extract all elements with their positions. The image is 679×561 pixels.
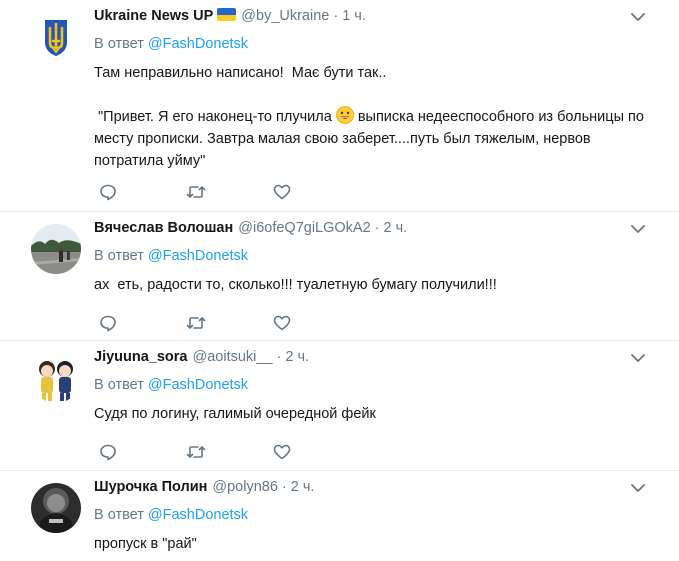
reply-prefix: В ответ	[94, 377, 144, 393]
heart-icon[interactable]	[272, 182, 294, 202]
separator-dot: ·	[276, 349, 282, 365]
grinning-face-emoji	[335, 106, 354, 124]
reply-context: В ответ @FashDonetsk	[94, 375, 659, 395]
reply-mention-link[interactable]: @FashDonetsk	[148, 36, 248, 52]
heart-icon[interactable]	[272, 313, 294, 333]
reply-icon[interactable]	[98, 442, 120, 462]
reply-context: В ответ @FashDonetsk	[94, 246, 659, 266]
tweet-item[interactable]: Шурочка Полин @polyn86 · 2 ч. В ответ @Fash…	[0, 471, 679, 561]
tweet-content: Вячеслав Волошан @i6ofeQ7giLGOkA2 · 2 ч. В …	[94, 218, 659, 296]
avatar[interactable]	[31, 353, 81, 403]
reply-context: В ответ @FashDonetsk	[94, 34, 659, 54]
hooded-person-avatar	[31, 483, 81, 533]
reply-context: В ответ @FashDonetsk	[94, 505, 659, 525]
retweet-icon[interactable]	[185, 182, 207, 202]
reply-mention-link[interactable]: @FashDonetsk	[148, 248, 248, 264]
tweet-time[interactable]: 2 ч.	[384, 220, 408, 236]
avatar[interactable]	[31, 12, 81, 62]
tweet-time[interactable]: 2 ч.	[291, 479, 315, 495]
avatar[interactable]	[31, 483, 81, 533]
reply-mention-link[interactable]: @FashDonetsk	[148, 507, 248, 523]
tweet-header: Вячеслав Волошан @i6ofeQ7giLGOkA2 · 2 ч.	[94, 218, 659, 238]
chevron-down-icon[interactable]	[629, 351, 647, 365]
author-name[interactable]: Jiyuuna_sora	[94, 349, 188, 365]
retweet-icon[interactable]	[185, 313, 207, 333]
author-name[interactable]: Вячеслав Волошан	[94, 220, 233, 236]
author-handle[interactable]: @aoitsuki__	[193, 349, 273, 365]
tweet-content: Jiyuuna_sora @aoitsuki__ · 2 ч. В ответ @Fa…	[94, 347, 659, 425]
tweet-text: пропуск в "рай"	[94, 536, 197, 552]
tweet-time[interactable]: 2 ч.	[285, 349, 309, 365]
author-name[interactable]: Ukraine News UP	[94, 8, 213, 24]
chevron-down-icon[interactable]	[629, 222, 647, 236]
reply-prefix: В ответ	[94, 248, 144, 264]
tweet-actions	[96, 182, 306, 202]
reply-feed: Ukraine News UP @by_Ukraine · 1 ч. В ответ …	[0, 0, 679, 561]
tweet-item[interactable]: Ukraine News UP @by_Ukraine · 1 ч. В ответ …	[0, 0, 679, 212]
tweet-text: Там неправильно написано! Має бути так..…	[94, 62, 659, 172]
tweet-item[interactable]: Вячеслав Волошан @i6ofeQ7giLGOkA2 · 2 ч. В …	[0, 212, 679, 341]
avatar[interactable]	[31, 224, 81, 274]
tweet-text: Судя по логину, галимый очередной фейк	[94, 406, 376, 422]
tweet-header: Ukraine News UP @by_Ukraine · 1 ч.	[94, 6, 659, 26]
retweet-icon[interactable]	[185, 442, 207, 462]
tweet-content: Ukraine News UP @by_Ukraine · 1 ч. В ответ …	[94, 6, 659, 172]
tweet-text-quote-part1: "Привет. Я его наконец-то плучила	[94, 109, 336, 125]
street-photo-avatar	[31, 224, 81, 274]
ukraine-flag-icon	[217, 8, 237, 21]
tweet-header: Jiyuuna_sora @aoitsuki__ · 2 ч.	[94, 347, 659, 367]
reply-prefix: В ответ	[94, 36, 144, 52]
tweet-text-line: Там неправильно написано! Має бути так..	[94, 65, 387, 81]
tweet-header: Шурочка Полин @polyn86 · 2 ч.	[94, 477, 659, 497]
separator-dot: ·	[374, 220, 380, 236]
tweet-time[interactable]: 1 ч.	[342, 8, 366, 24]
heart-icon[interactable]	[272, 442, 294, 462]
tweet-actions	[96, 442, 306, 462]
reply-prefix: В ответ	[94, 507, 144, 523]
chevron-down-icon[interactable]	[629, 10, 647, 24]
author-handle[interactable]: @i6ofeQ7giLGOkA2	[238, 220, 370, 236]
reply-icon[interactable]	[98, 313, 120, 333]
tweet-content: Шурочка Полин @polyn86 · 2 ч. В ответ @Fash…	[94, 477, 659, 555]
author-name[interactable]: Шурочка Полин	[94, 479, 207, 495]
anime-characters-avatar	[31, 353, 81, 403]
reply-mention-link[interactable]: @FashDonetsk	[148, 377, 248, 393]
tweet-actions	[96, 313, 306, 333]
separator-dot: ·	[281, 479, 287, 495]
chevron-down-icon[interactable]	[629, 481, 647, 495]
tweet-text: ах еть, радости то, сколько!!! туалетную…	[94, 277, 497, 293]
author-handle[interactable]: @by_Ukraine	[241, 8, 329, 24]
reply-icon[interactable]	[98, 182, 120, 202]
tweet-item[interactable]: Jiyuuna_sora @aoitsuki__ · 2 ч. В ответ @Fa…	[0, 341, 679, 471]
ukraine-trident-avatar	[31, 12, 81, 62]
author-handle[interactable]: @polyn86	[212, 479, 278, 495]
separator-dot: ·	[333, 8, 339, 24]
